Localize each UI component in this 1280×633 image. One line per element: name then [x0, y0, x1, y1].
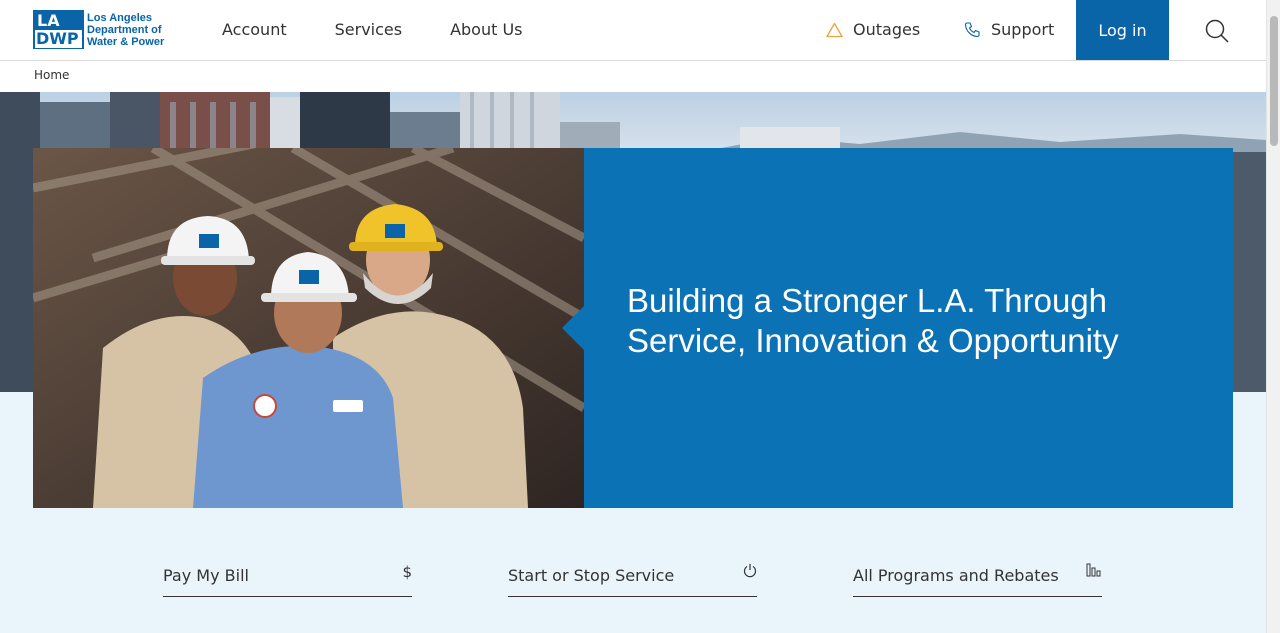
- scrollbar-thumb[interactable]: [1270, 16, 1278, 146]
- page-scrollbar[interactable]: [1266, 0, 1280, 633]
- logo-name-line1: Los Angeles: [87, 11, 152, 24]
- quick-link-label: All Programs and Rebates: [853, 566, 1059, 585]
- main-nav: Account Services About Us: [222, 20, 523, 39]
- power-icon: [743, 560, 757, 582]
- quick-link-programs-rebates[interactable]: All Programs and Rebates: [853, 560, 1102, 597]
- dollar-icon: $: [402, 563, 412, 581]
- nav-item-services[interactable]: Services: [335, 20, 402, 39]
- nav-item-about-us[interactable]: About Us: [450, 20, 522, 39]
- quick-link-label: Pay My Bill: [163, 566, 249, 585]
- hero-title: Building a Stronger L.A. Through Service…: [627, 282, 1119, 359]
- support-label: Support: [991, 20, 1055, 39]
- logo-name-line2: Department of: [87, 23, 162, 36]
- logo-name-line3: Water & Power: [87, 35, 165, 48]
- support-link[interactable]: Support: [964, 20, 1054, 39]
- breadcrumb: Home: [34, 68, 69, 82]
- hero-photo-workers: [33, 148, 584, 508]
- warning-triangle-icon: [826, 22, 843, 38]
- phone-icon: [964, 21, 981, 38]
- logo-bottom-text: DWP: [35, 30, 82, 48]
- nav-item-account[interactable]: Account: [222, 20, 287, 39]
- logo-wordmark: Los Angeles Department of Water & Power: [87, 12, 164, 48]
- logo-mark: LA DWP: [33, 10, 84, 49]
- outages-label: Outages: [853, 20, 921, 39]
- quick-link-pay-bill[interactable]: Pay My Bill $: [163, 560, 412, 597]
- outages-link[interactable]: Outages: [826, 20, 920, 39]
- bar-chart-icon: [1086, 560, 1102, 581]
- breadcrumb-home[interactable]: Home: [34, 68, 69, 82]
- site-header: LA DWP Los Angeles Department of Water &…: [0, 0, 1266, 61]
- logo-top-text: LA: [35, 12, 82, 30]
- search-icon[interactable]: [1204, 18, 1230, 44]
- quick-link-label: Start or Stop Service: [508, 566, 675, 585]
- quick-link-start-stop[interactable]: Start or Stop Service: [508, 560, 757, 597]
- login-button[interactable]: Log in: [1076, 0, 1169, 60]
- hero-panel-pointer: [562, 306, 584, 350]
- ladwp-logo[interactable]: LA DWP Los Angeles Department of Water &…: [33, 10, 164, 49]
